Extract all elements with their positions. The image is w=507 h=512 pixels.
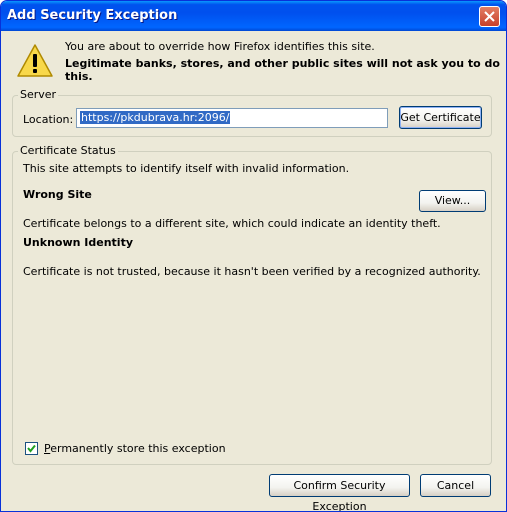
permanent-store-checkbox[interactable] xyxy=(25,442,38,455)
view-button[interactable]: View... xyxy=(419,190,486,212)
wrong-site-heading: Wrong Site xyxy=(23,188,92,201)
unknown-identity-heading: Unknown Identity xyxy=(23,236,134,249)
cancel-button[interactable]: Cancel xyxy=(420,474,491,497)
permanent-store-label: Permanently store this exception xyxy=(44,442,226,455)
confirm-security-exception-button[interactable]: Confirm Security Exception xyxy=(269,474,410,511)
close-button[interactable] xyxy=(479,6,500,27)
server-group: Server Location: https://pkdubrava.hr:20… xyxy=(12,88,492,137)
status-summary: This site attempts to identify itself wi… xyxy=(23,162,350,175)
get-certificate-button[interactable]: Get Certificate xyxy=(399,106,482,129)
location-input[interactable]: https://pkdubrava.hr:2096/ xyxy=(76,108,388,128)
close-icon xyxy=(484,11,495,22)
dialog-window: Add Security Exception You are about to … xyxy=(0,0,507,512)
checkmark-icon xyxy=(27,444,36,453)
intro-message: You are about to override how Firefox id… xyxy=(65,40,375,53)
location-value: https://pkdubrava.hr:2096/ xyxy=(80,111,231,124)
status-legend: Certificate Status xyxy=(18,144,118,157)
certificate-status-group: Certificate Status This site attempts to… xyxy=(12,144,492,465)
unknown-identity-description: Certificate is not trusted, because it h… xyxy=(23,265,481,278)
wrong-site-description: Certificate belongs to a different site,… xyxy=(23,217,441,230)
window-title: Add Security Exception xyxy=(7,8,178,23)
title-bar[interactable]: Add Security Exception xyxy=(1,1,506,31)
intro-warning: Legitimate banks, stores, and other publ… xyxy=(65,57,500,83)
dialog-content: You are about to override how Firefox id… xyxy=(4,31,503,511)
warning-icon xyxy=(17,44,53,77)
server-legend: Server xyxy=(18,88,59,101)
location-label: Location: xyxy=(23,113,74,126)
